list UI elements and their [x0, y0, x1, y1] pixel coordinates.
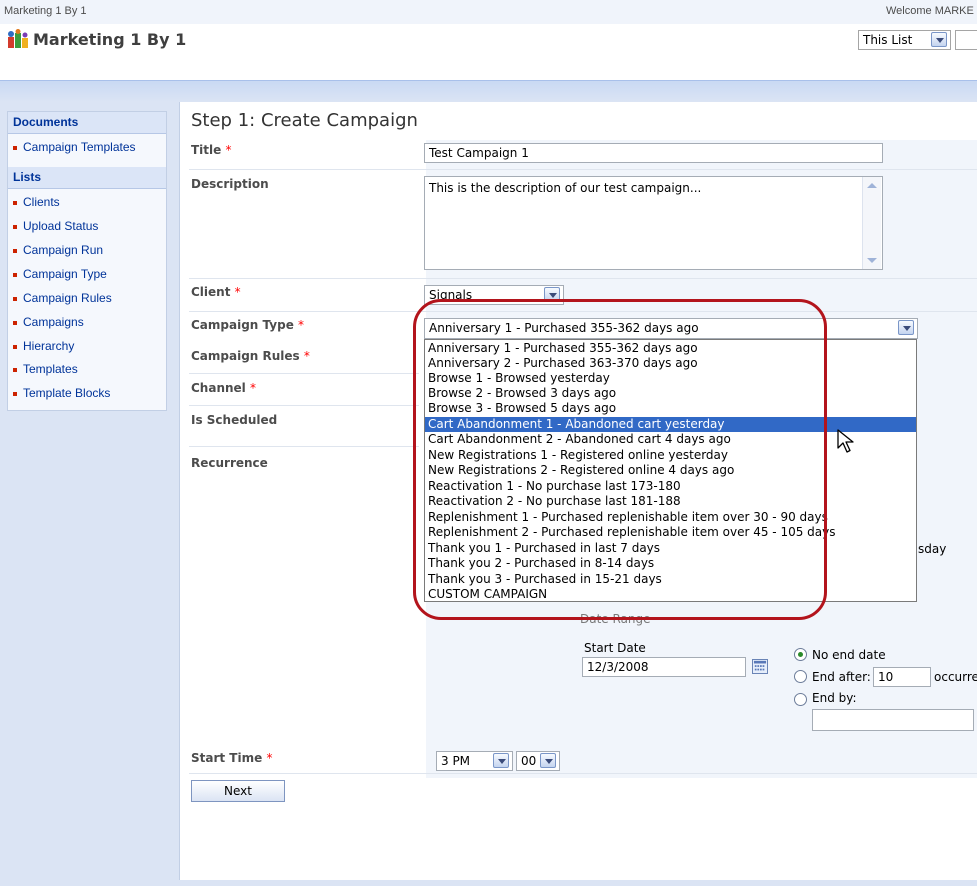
- chevron-down-icon[interactable]: [540, 753, 556, 768]
- divider: [189, 373, 419, 374]
- nav-item-campaign-rules[interactable]: Campaign Rules: [13, 291, 112, 305]
- chevron-down-icon[interactable]: [898, 320, 914, 335]
- no-end-date-radio[interactable]: [794, 648, 807, 661]
- nav-item-campaign-run[interactable]: Campaign Run: [13, 243, 103, 257]
- channel-label: Channel *: [191, 381, 256, 395]
- search-scope-value: This List: [863, 33, 913, 47]
- nav-header-documents[interactable]: Documents: [8, 112, 166, 134]
- top-site-link[interactable]: Marketing 1 By 1: [4, 5, 87, 17]
- title-input[interactable]: Test Campaign 1: [424, 143, 883, 163]
- client-label: Client *: [191, 285, 241, 299]
- highlight-annotation: [413, 299, 827, 620]
- campaign-type-label: Campaign Type *: [191, 318, 304, 332]
- description-scrollbar[interactable]: [862, 177, 881, 269]
- start-hour-select[interactable]: 3 PM: [436, 751, 513, 771]
- nav-item-upload-status[interactable]: Upload Status: [13, 219, 98, 233]
- required-mark: *: [234, 285, 241, 299]
- mouse-cursor-icon: [837, 429, 854, 453]
- description-label: Description: [191, 177, 269, 191]
- nav-item-hierarchy[interactable]: Hierarchy: [13, 339, 74, 353]
- required-mark: *: [225, 143, 232, 157]
- recurrence-day-label: sday: [918, 542, 947, 556]
- required-mark: *: [303, 349, 310, 363]
- start-hour-value: 3 PM: [441, 754, 471, 768]
- nav-item-clients[interactable]: Clients: [13, 195, 60, 209]
- site-title[interactable]: Marketing 1 By 1: [33, 30, 186, 49]
- end-after-radio[interactable]: [794, 670, 807, 683]
- recurrence-label: Recurrence: [191, 456, 268, 470]
- channel-label-text: Channel: [191, 381, 246, 395]
- divider: [189, 278, 977, 279]
- chevron-down-icon[interactable]: [493, 753, 509, 768]
- end-by-input[interactable]: [812, 709, 974, 731]
- client-label-text: Client: [191, 285, 231, 299]
- nav-item-templates[interactable]: Templates: [13, 362, 78, 376]
- divider: [189, 773, 977, 774]
- is-scheduled-label: Is Scheduled: [191, 413, 278, 427]
- start-date-input[interactable]: 12/3/2008: [582, 657, 746, 677]
- page-title: Step 1: Create Campaign: [191, 110, 418, 131]
- campaign-type-label-text: Campaign Type: [191, 318, 294, 332]
- divider: [189, 405, 419, 406]
- end-by-radio[interactable]: [794, 693, 807, 706]
- scroll-down-icon[interactable]: [867, 258, 877, 263]
- start-date-label: Start Date: [584, 641, 646, 655]
- required-mark: *: [249, 381, 256, 395]
- end-after-label: End after:: [812, 670, 871, 684]
- start-minute-select[interactable]: 00: [516, 751, 560, 771]
- calendar-icon[interactable]: [752, 659, 768, 674]
- search-scope-select[interactable]: This List: [858, 30, 951, 50]
- end-by-label: End by:: [812, 691, 857, 705]
- welcome-menu[interactable]: Welcome MARKE: [886, 5, 974, 17]
- title-label: Title *: [191, 143, 231, 157]
- search-input[interactable]: [955, 30, 977, 50]
- chevron-down-icon[interactable]: [931, 32, 947, 47]
- nav-item-campaign-templates[interactable]: Campaign Templates: [13, 140, 136, 154]
- quick-launch: Documents Campaign Templates Lists Clien…: [7, 111, 167, 411]
- scroll-up-icon[interactable]: [867, 183, 877, 188]
- divider: [189, 169, 977, 170]
- nav-header-lists[interactable]: Lists: [8, 167, 166, 189]
- campaign-rules-label-text: Campaign Rules: [191, 349, 300, 363]
- nav-item-campaign-type[interactable]: Campaign Type: [13, 267, 107, 281]
- end-after-input[interactable]: 10: [873, 667, 931, 687]
- occurrences-label: occurre: [934, 670, 977, 684]
- description-textarea[interactable]: This is the description of our test camp…: [424, 176, 883, 270]
- title-label-text: Title: [191, 143, 222, 157]
- required-mark: *: [266, 751, 273, 765]
- top-bar: [0, 0, 977, 24]
- no-end-date-label: No end date: [812, 648, 886, 662]
- campaign-rules-label: Campaign Rules *: [191, 349, 310, 363]
- site-logo-icon: [8, 29, 28, 48]
- start-time-label: Start Time *: [191, 751, 272, 765]
- nav-item-template-blocks[interactable]: Template Blocks: [13, 386, 110, 400]
- top-nav-bar: [0, 80, 977, 102]
- start-minute-value: 00: [521, 754, 537, 768]
- next-button[interactable]: Next: [191, 780, 285, 802]
- nav-item-campaigns[interactable]: Campaigns: [13, 315, 84, 329]
- description-text: This is the description of our test camp…: [429, 181, 702, 195]
- start-time-label-text: Start Time: [191, 751, 263, 765]
- required-mark: *: [298, 318, 305, 332]
- divider: [189, 446, 419, 447]
